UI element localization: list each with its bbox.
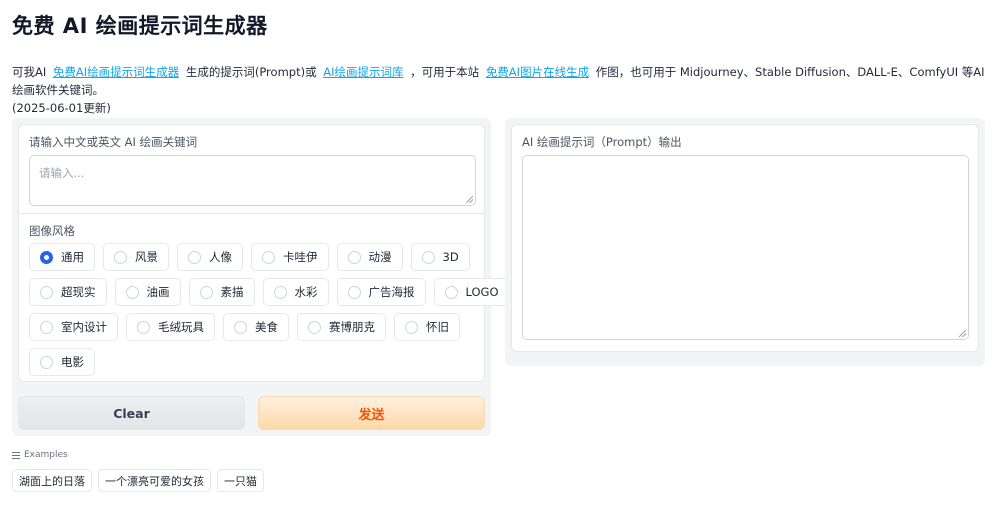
desc-prefix: 可我AI <box>12 65 47 79</box>
style-option-label: 电影 <box>61 355 84 369</box>
style-option-logo[interactable]: LOGO <box>433 278 510 306</box>
description: 可我AI 免费AI绘画提示词生成器 生成的提示词(Prompt)或 AI绘画提示… <box>12 63 992 117</box>
output-box: AI 绘画提示词（Prompt）输出 <box>511 124 979 352</box>
style-option-label: 室内设计 <box>61 320 107 334</box>
style-option-label: 素描 <box>220 285 244 299</box>
radio-icon <box>40 355 53 369</box>
radio-icon <box>234 320 247 334</box>
input-panel: 请输入中文或英文 AI 绘画关键词 请输入... 图像风格 通用 风景 人像 卡… <box>12 118 510 436</box>
resize-handle-icon[interactable] <box>959 330 966 337</box>
style-option-label: 超现实 <box>61 285 96 299</box>
style-row-4: 电影 <box>29 348 95 376</box>
link-image-generator[interactable]: 免费AI图片在线生成 <box>486 65 589 79</box>
radio-icon <box>262 250 275 264</box>
clear-button[interactable]: Clear <box>18 396 245 430</box>
radio-icon <box>421 250 435 264</box>
radio-icon <box>188 250 201 264</box>
link-prompt-library[interactable]: AI绘画提示词库 <box>323 65 403 79</box>
send-button[interactable]: 发送 <box>258 396 485 430</box>
style-option-label: 毛绒玩具 <box>158 320 204 334</box>
style-option-label: 怀旧 <box>426 320 449 334</box>
style-option-poster[interactable]: 广告海报 <box>336 278 426 306</box>
desc-mid2: ，可用于本站 <box>410 65 480 79</box>
style-row-2: 超现实 油画 素描 水彩 广告海报 LOGO <box>29 278 510 306</box>
style-option-label: 通用 <box>61 250 84 264</box>
examples-header: Examples <box>12 450 68 460</box>
style-option-plush[interactable]: 毛绒玩具 <box>126 313 215 341</box>
resize-handle-icon[interactable] <box>466 196 473 203</box>
divider <box>19 213 484 214</box>
style-option-label: 水彩 <box>294 285 318 299</box>
style-option-cyberpunk[interactable]: 赛博朋克 <box>297 313 386 341</box>
style-option-watercolor[interactable]: 水彩 <box>262 278 329 306</box>
example-button[interactable]: 一只猫 <box>217 469 264 492</box>
style-option-label: 动漫 <box>368 250 392 264</box>
radio-icon <box>114 250 127 264</box>
style-option-label: 美食 <box>255 320 278 334</box>
style-option-surreal[interactable]: 超现实 <box>29 278 107 306</box>
style-option-3d[interactable]: 3D <box>410 243 470 271</box>
style-option-label: 赛博朋克 <box>329 320 375 334</box>
style-row-3: 室内设计 毛绒玩具 美食 赛博朋克 怀旧 <box>29 313 460 341</box>
radio-icon <box>137 320 150 334</box>
style-option-interior[interactable]: 室内设计 <box>29 313 118 341</box>
radio-icon <box>125 285 139 299</box>
output-textarea[interactable] <box>522 155 969 340</box>
keyword-label: 请输入中文或英文 AI 绘画关键词 <box>29 135 198 149</box>
style-option-general[interactable]: 通用 <box>29 243 95 271</box>
radio-icon <box>273 285 287 299</box>
style-option-anime[interactable]: 动漫 <box>336 243 403 271</box>
example-button[interactable]: 湖面上的日落 <box>12 469 92 492</box>
style-option-oil-painting[interactable]: 油画 <box>114 278 181 306</box>
link-prompt-generator[interactable]: 免费AI绘画提示词生成器 <box>53 65 179 79</box>
example-button[interactable]: 一个漂亮可爱的女孩 <box>98 469 211 492</box>
style-option-food[interactable]: 美食 <box>223 313 289 341</box>
style-option-label: 3D <box>442 250 459 264</box>
radio-icon <box>40 320 53 334</box>
style-option-nostalgic[interactable]: 怀旧 <box>394 313 460 341</box>
style-option-kawaii[interactable]: 卡哇伊 <box>251 243 329 271</box>
output-label: AI 绘画提示词（Prompt）输出 <box>522 135 682 149</box>
radio-icon <box>308 320 321 334</box>
page-title: 免费 AI 绘画提示词生成器 <box>12 14 268 38</box>
examples-label: Examples <box>24 450 68 460</box>
style-option-portrait[interactable]: 人像 <box>177 243 243 271</box>
style-option-label: 卡哇伊 <box>283 250 318 264</box>
radio-icon <box>347 285 361 299</box>
output-panel: AI 绘画提示词（Prompt）输出 <box>505 118 985 366</box>
style-option-label: LOGO <box>465 285 499 299</box>
list-icon <box>12 451 20 459</box>
style-option-label: 油画 <box>146 285 170 299</box>
keyword-placeholder: 请输入... <box>39 166 85 180</box>
style-row-1: 通用 风景 人像 卡哇伊 动漫 3D <box>29 243 470 271</box>
form-box: 请输入中文或英文 AI 绘画关键词 请输入... 图像风格 通用 风景 人像 卡… <box>18 124 510 382</box>
examples-list: 湖面上的日落 一个漂亮可爱的女孩 一只猫 <box>12 469 264 492</box>
radio-icon <box>40 285 53 299</box>
style-option-landscape[interactable]: 风景 <box>103 243 169 271</box>
radio-icon <box>347 250 361 264</box>
radio-icon <box>405 320 418 334</box>
style-option-label: 广告海报 <box>368 285 415 299</box>
radio-icon <box>199 285 213 299</box>
style-option-label: 风景 <box>135 250 158 264</box>
style-option-label: 人像 <box>209 250 232 264</box>
keyword-input[interactable]: 请输入... <box>29 155 476 206</box>
desc-mid1: 生成的提示词(Prompt)或 <box>185 65 317 79</box>
style-option-sketch[interactable]: 素描 <box>188 278 255 306</box>
style-option-film[interactable]: 电影 <box>29 348 95 376</box>
radio-icon <box>444 285 458 299</box>
style-label: 图像风格 <box>29 224 75 238</box>
radio-checked-icon <box>40 250 53 264</box>
update-date: (2025-06-01更新) <box>12 101 111 115</box>
